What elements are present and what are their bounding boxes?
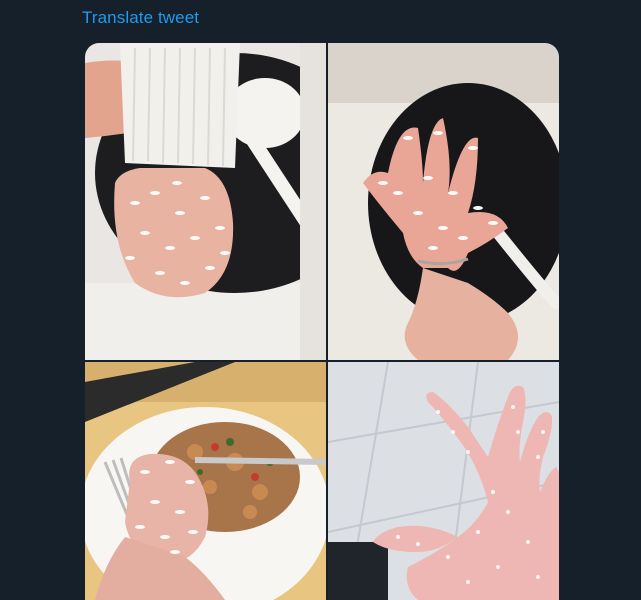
media-photo-4[interactable]	[328, 362, 559, 600]
photo-4-illustration	[328, 362, 559, 600]
photo-1-illustration	[85, 43, 326, 360]
media-photo-1[interactable]	[85, 43, 326, 360]
photo-2-illustration	[328, 43, 559, 360]
media-photo-3[interactable]	[85, 362, 326, 600]
tweet-view: Translate tweet	[0, 0, 641, 600]
media-photo-2[interactable]	[328, 43, 559, 360]
translate-tweet-link[interactable]: Translate tweet	[82, 8, 199, 28]
photo-3-illustration	[85, 362, 326, 600]
media-grid	[85, 43, 559, 600]
